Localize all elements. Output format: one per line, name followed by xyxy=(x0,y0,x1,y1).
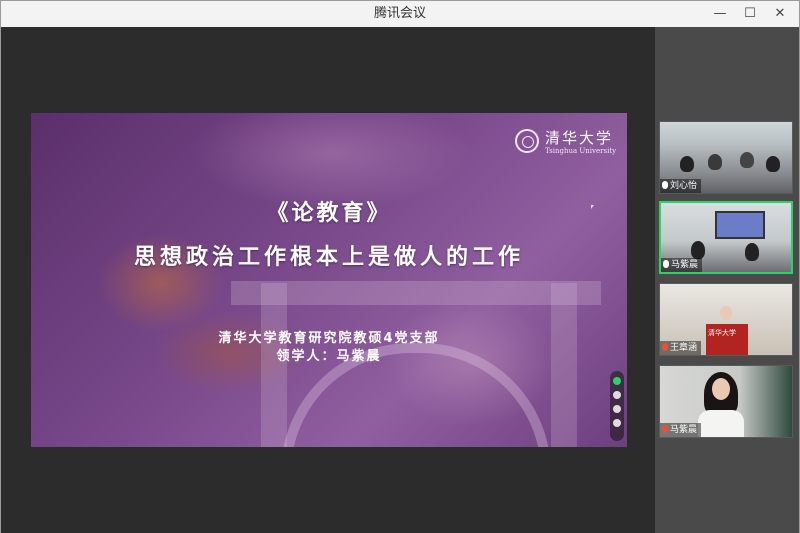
zoom-icon[interactable] xyxy=(613,391,621,399)
annotation-toolbar[interactable] xyxy=(610,371,624,441)
participant-tile-active-speaker[interactable]: 马紫晨 xyxy=(659,201,793,274)
podium: 清华大学 xyxy=(706,324,748,355)
microphone-muted-icon xyxy=(662,343,668,351)
video-figure xyxy=(740,152,754,168)
presentation-slide: 清华大学 Tsinghua University 《论教育》 思想政治工作根本上… xyxy=(31,113,627,447)
slide-title: 《论教育》 xyxy=(266,201,392,226)
slide-presenter: 领学人：马紫晨 xyxy=(276,349,382,364)
participant-tile[interactable]: 刘心怡 xyxy=(659,121,793,194)
microphone-icon xyxy=(662,181,668,189)
video-figure xyxy=(698,410,744,437)
video-figure xyxy=(680,156,694,172)
meeting-window: 腾讯会议 — ☐ ✕ 清华大学 Tsinghua University 《论教育… xyxy=(0,0,800,533)
video-figure xyxy=(691,241,705,259)
participant-name: 马紫晨 xyxy=(671,260,699,270)
slide-organization: 清华大学教育研究院教硕4党支部 xyxy=(218,331,440,346)
close-button[interactable]: ✕ xyxy=(765,1,795,27)
gate-pillar-decoration xyxy=(261,283,287,447)
participant-label: 马紫晨 xyxy=(660,423,702,437)
university-logo: 清华大学 Tsinghua University xyxy=(515,127,616,159)
participant-name: 刘心怡 xyxy=(670,181,698,191)
slide-main-heading: 思想政治工作根本上是做人的工作 xyxy=(133,245,524,270)
title-bar: 腾讯会议 — ☐ ✕ xyxy=(1,1,799,28)
video-figure xyxy=(745,243,759,261)
participant-label: 王章涵 xyxy=(660,341,702,355)
gate-pillar-decoration xyxy=(551,283,577,447)
participant-tile[interactable]: 清华大学 王章涵 xyxy=(659,283,793,356)
participant-label: 刘心怡 xyxy=(660,179,702,193)
video-figure xyxy=(708,154,722,170)
status-dot-icon xyxy=(613,377,621,385)
maximize-button[interactable]: ☐ xyxy=(735,1,765,27)
seal-icon xyxy=(515,129,539,153)
logo-english-name: Tsinghua University xyxy=(545,147,617,155)
window-title: 腾讯会议 xyxy=(373,6,426,21)
participant-tile[interactable]: 马紫晨 xyxy=(659,365,793,438)
microphone-icon xyxy=(663,260,669,268)
participant-name: 马紫晨 xyxy=(670,425,698,435)
mouse-cursor-icon xyxy=(591,205,594,209)
more-icon[interactable] xyxy=(613,419,621,427)
participant-video-panel: 刘心怡 马紫晨 清华大学 王章涵 马紫晨 xyxy=(655,27,799,533)
video-figure xyxy=(712,378,730,400)
minimize-button[interactable]: — xyxy=(705,1,735,27)
participant-label: 马紫晨 xyxy=(661,258,703,272)
video-figure xyxy=(766,156,780,172)
participant-name: 王章涵 xyxy=(670,343,698,353)
podium-text: 清华大学 xyxy=(708,329,736,337)
classroom-screen xyxy=(715,211,765,239)
microphone-muted-icon xyxy=(662,425,668,433)
video-figure xyxy=(720,306,732,320)
pen-icon[interactable] xyxy=(613,405,621,413)
logo-chinese-name: 清华大学 xyxy=(545,129,614,147)
shared-screen-area: 清华大学 Tsinghua University 《论教育》 思想政治工作根本上… xyxy=(1,27,655,533)
